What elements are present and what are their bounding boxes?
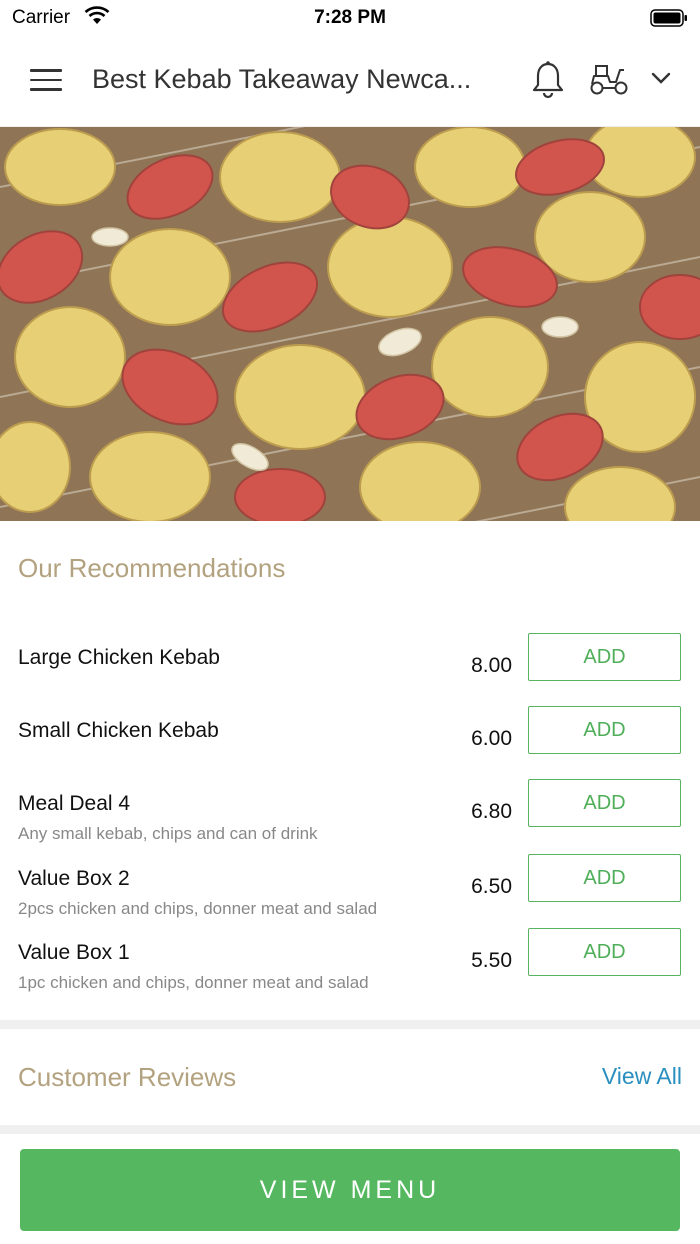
add-button[interactable]: ADD xyxy=(528,928,681,976)
clock: 7:28 PM xyxy=(314,7,386,28)
delivery-scooter-icon[interactable] xyxy=(588,62,630,101)
app-header: Best Kebab Takeaway Newca... xyxy=(0,36,700,127)
list-item: Small Chicken Kebab 6.00 ADD xyxy=(0,706,700,779)
item-name: Meal Deal 4 xyxy=(18,792,131,815)
item-description: Any small kebab, chips and can of drink xyxy=(18,824,318,843)
list-item: Value Box 2 2pcs chicken and chips, donn… xyxy=(0,854,700,927)
add-button[interactable]: ADD xyxy=(528,779,681,827)
bell-icon[interactable] xyxy=(531,60,565,105)
item-name: Large Chicken Kebab xyxy=(18,646,220,669)
item-price: 6.50 xyxy=(471,875,512,898)
item-price: 5.50 xyxy=(471,949,512,972)
battery-icon xyxy=(650,8,688,33)
item-description: 2pcs chicken and chips, donner meat and … xyxy=(18,899,378,918)
item-price: 6.00 xyxy=(471,727,512,750)
list-item: Value Box 1 1pc chicken and chips, donne… xyxy=(0,928,700,1001)
hamburger-menu-icon[interactable] xyxy=(30,69,62,93)
item-description: 1pc chicken and chips, donner meat and s… xyxy=(18,973,369,992)
item-price: 8.00 xyxy=(471,654,512,677)
item-name: Value Box 2 xyxy=(18,867,130,890)
list-item: Large Chicken Kebab 8.00 ADD xyxy=(0,633,700,706)
restaurant-title: Best Kebab Takeaway Newca... xyxy=(92,64,472,94)
add-button[interactable]: ADD xyxy=(528,633,681,681)
hero-food-image xyxy=(0,127,700,521)
view-menu-button[interactable]: VIEW MENU xyxy=(20,1149,680,1231)
customer-reviews-heading: Customer Reviews xyxy=(18,1062,237,1092)
add-button[interactable]: ADD xyxy=(528,706,681,754)
view-all-reviews-link[interactable]: View All xyxy=(602,1063,682,1090)
add-button[interactable]: ADD xyxy=(528,854,681,902)
item-price: 6.80 xyxy=(471,800,512,823)
item-name: Small Chicken Kebab xyxy=(18,719,219,742)
status-bar: Carrier 7:28 PM xyxy=(0,0,700,36)
item-name: Value Box 1 xyxy=(18,941,130,964)
recommendations-heading: Our Recommendations xyxy=(18,553,286,583)
section-divider xyxy=(0,1020,700,1029)
section-divider xyxy=(0,1125,700,1134)
chevron-down-icon[interactable] xyxy=(650,71,672,90)
list-item: Meal Deal 4 Any small kebab, chips and c… xyxy=(0,779,700,852)
